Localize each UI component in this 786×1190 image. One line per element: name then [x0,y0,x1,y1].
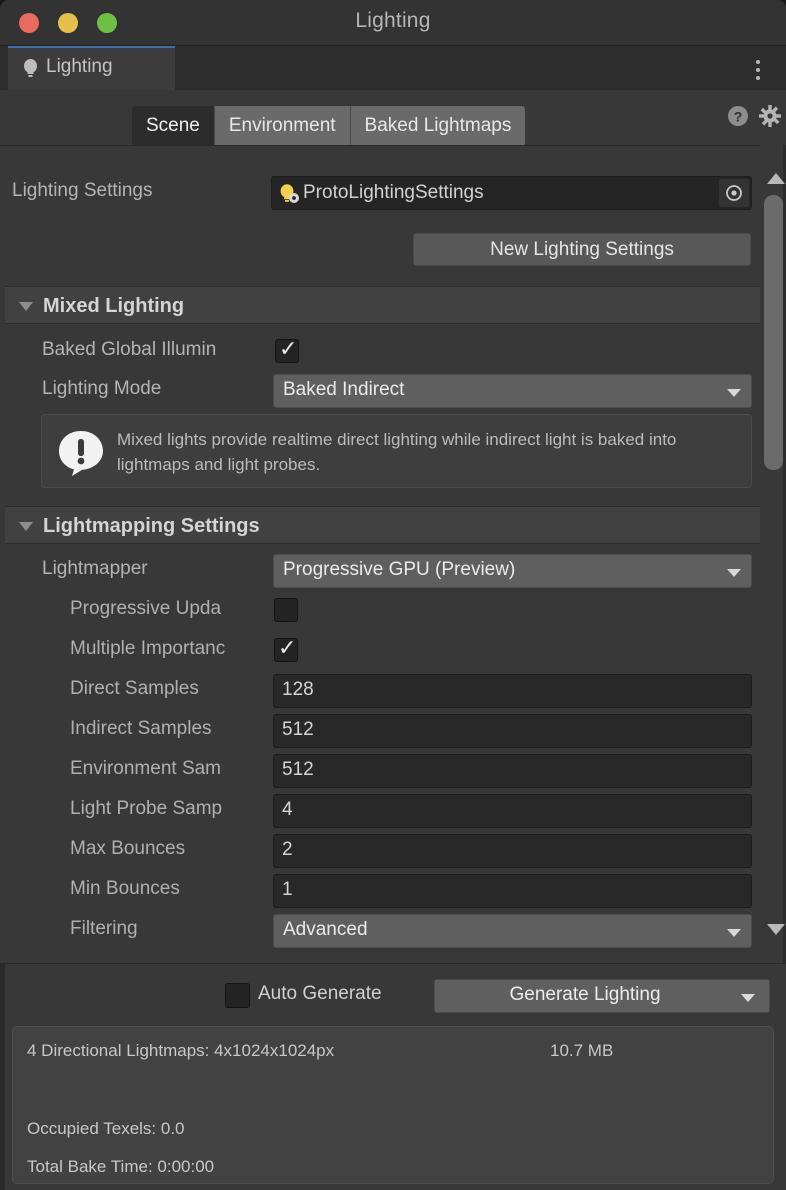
filtering-dropdown[interactable]: Advanced [273,914,752,948]
tab-environment[interactable]: Environment [215,106,351,146]
light-bulb-icon [22,58,39,78]
chevron-down-icon [19,522,33,531]
lightmap-statistics-panel: 4 Directional Lightmaps: 4x1024x1024px 1… [12,1026,774,1184]
lighting-settings-asset-icon [278,183,300,205]
min-bounces-value: 1 [282,879,293,901]
auto-generate-label: Auto Generate [258,983,382,1005]
new-lighting-settings-button[interactable]: New Lighting Settings [413,233,751,266]
lighting-settings-object-field[interactable]: ProtoLightingSettings [271,176,752,210]
indirect-samples-value: 512 [282,719,314,741]
tab-scene[interactable]: Scene [132,106,215,146]
lighting-settings-label: Lighting Settings [12,180,153,202]
help-circle-icon[interactable]: ? [726,104,750,128]
lightmapper-label: Lightmapper [42,558,148,580]
vertical-scrollbar[interactable] [760,145,786,963]
multiple-importance-label: Multiple Importanc [70,638,274,660]
light-probe-samples-label: Light Probe Samp [70,798,274,820]
tab-strip: Lighting [0,46,786,90]
tab-baked-lightmaps[interactable]: Baked Lightmaps [351,106,526,146]
lighting-window: Lighting Lighting Scene Environment Bake… [0,0,786,1190]
scrollbar-thumb[interactable] [764,195,783,470]
foldout-mixed-lighting-title: Mixed Lighting [43,295,743,318]
lighting-settings-content: Lighting Settings ProtoLightingSettings … [0,145,760,963]
lighting-mode-dropdown[interactable]: Baked Indirect [273,374,752,408]
filtering-label: Filtering [70,918,138,940]
baked-gi-label: Baked Global Illumin [42,339,274,361]
lightmapper-value: Progressive GPU (Preview) [283,559,515,581]
mode-tab-group: Scene Environment Baked Lightmaps [132,106,525,146]
generate-lighting-button[interactable]: Generate Lighting [434,979,770,1013]
stat-occupied-texels: Occupied Texels: 0.0 [27,1119,185,1139]
tab-lighting-label: Lighting [46,56,113,78]
svg-text:?: ? [734,109,743,125]
window-titlebar: Lighting [0,0,786,46]
stat-lightmaps: 4 Directional Lightmaps: 4x1024x1024px [27,1041,334,1061]
lighting-mode-value: Baked Indirect [283,379,404,401]
scroll-up-arrow-icon[interactable] [767,173,785,184]
environment-samples-input[interactable]: 512 [273,754,752,788]
indirect-samples-input[interactable]: 512 [273,714,752,748]
progressive-updates-checkbox[interactable] [274,598,298,622]
lighting-mode-label: Lighting Mode [42,378,161,400]
stat-bake-time: Total Bake Time: 0:00:00 [27,1157,214,1177]
max-bounces-label: Max Bounces [70,838,185,860]
generate-lighting-label: Generate Lighting [435,984,735,1006]
light-probe-samples-value: 4 [282,799,293,821]
max-bounces-input[interactable]: 2 [273,834,752,868]
chevron-down-icon [727,569,741,577]
foldout-mixed-lighting[interactable]: Mixed Lighting [5,286,760,324]
indirect-samples-label: Indirect Samples [70,718,212,740]
mixed-lighting-info-box: Mixed lights provide realtime direct lig… [41,414,752,488]
chevron-down-icon [727,929,741,937]
chevron-down-icon [727,389,741,397]
max-bounces-value: 2 [282,839,293,861]
info-speech-bubble-icon [58,429,104,477]
environment-samples-label: Environment Sam [70,758,274,780]
mixed-lighting-info-text: Mixed lights provide realtime direct lig… [117,427,737,477]
check-icon: ✓ [278,636,296,660]
foldout-lightmapping-settings-title: Lightmapping Settings [43,515,309,538]
object-picker-icon[interactable] [719,179,749,207]
environment-samples-value: 512 [282,759,314,781]
lightmapper-dropdown[interactable]: Progressive GPU (Preview) [273,554,752,588]
scroll-down-arrow-icon[interactable] [767,924,785,935]
direct-samples-value: 128 [282,679,314,701]
direct-samples-label: Direct Samples [70,678,199,700]
filtering-value: Advanced [283,919,368,941]
light-probe-samples-input[interactable]: 4 [273,794,752,828]
kebab-menu-icon[interactable] [756,60,760,80]
gear-icon[interactable] [758,104,782,128]
min-bounces-label: Min Bounces [70,878,180,900]
multiple-importance-checkbox[interactable]: ✓ [274,638,298,662]
auto-generate-checkbox[interactable] [225,983,250,1008]
stat-size: 10.7 MB [550,1041,613,1061]
direct-samples-input[interactable]: 128 [273,674,752,708]
progressive-updates-label: Progressive Upda [70,598,274,620]
chevron-down-icon [741,994,755,1002]
min-bounces-input[interactable]: 1 [273,874,752,908]
chevron-down-icon [19,302,33,311]
foldout-lightmapping-settings[interactable]: Lightmapping Settings [5,506,760,544]
check-icon: ✓ [279,337,297,361]
baked-gi-checkbox[interactable]: ✓ [275,339,299,363]
lighting-settings-asset-name: ProtoLightingSettings [303,182,484,204]
window-title: Lighting [0,9,786,33]
